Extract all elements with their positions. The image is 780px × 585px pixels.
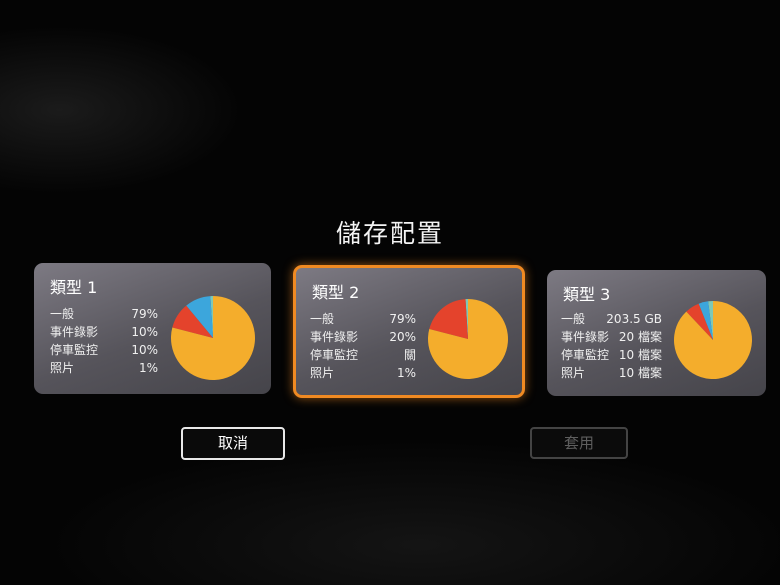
allocation-value: 1% (138, 361, 158, 375)
dialog-title: 儲存配置 (335, 219, 444, 248)
allocation-row-general: 一般 79% (50, 305, 158, 323)
allocation-row-parking: 停車監控 10% (50, 341, 158, 359)
pie-slice-一般 (674, 301, 752, 379)
allocation-label: 照片 (310, 366, 335, 380)
allocation-value: 10 檔案 (618, 366, 662, 380)
allocation-value: 79% (131, 307, 158, 321)
allocation-label: 事件錄影 (561, 330, 610, 344)
allocation-row-parking: 停車監控 10 檔案 (561, 346, 662, 364)
storage-pie-chart (428, 299, 508, 379)
allocation-value: 10% (131, 343, 158, 357)
allocation-label: 停車監控 (561, 348, 610, 362)
allocation-row-photo: 照片 1% (50, 359, 158, 377)
allocation-label: 停車監控 (50, 343, 99, 357)
allocation-row-event: 事件錄影 20 檔案 (561, 328, 662, 346)
storage-pie-chart (171, 296, 255, 380)
profile-name: 類型 3 (563, 285, 611, 304)
allocation-value: 20% (389, 330, 416, 344)
allocation-value: 關 (403, 348, 416, 362)
profile-allocation-list: 一般 203.5 GB 事件錄影 20 檔案 停車監控 10 檔案 照片 10 檔案 (561, 310, 662, 382)
allocation-row-event: 事件錄影 10% (50, 323, 158, 341)
allocation-row-parking: 停車監控 關 (310, 346, 416, 364)
allocation-label: 一般 (50, 307, 75, 321)
allocation-row-general: 一般 203.5 GB (561, 310, 662, 328)
allocation-label: 停車監控 (310, 348, 359, 362)
allocation-row-event: 事件錄影 20% (310, 328, 416, 346)
allocation-value: 10 檔案 (618, 348, 662, 362)
storage-pie-chart (674, 301, 752, 379)
allocation-label: 事件錄影 (50, 325, 99, 339)
allocation-value: 1% (396, 366, 416, 380)
storage-profile-card-2[interactable]: 類型 2 一般 79% 事件錄影 20% 停車監控 關 照片 1% (293, 265, 525, 398)
allocation-label: 一般 (310, 312, 335, 326)
allocation-value: 79% (389, 312, 416, 326)
storage-profile-card-3[interactable]: 類型 3 一般 203.5 GB 事件錄影 20 檔案 停車監控 10 檔案 照片 10… (547, 270, 766, 396)
profile-name: 類型 1 (50, 278, 98, 297)
allocation-value: 10% (131, 325, 158, 339)
allocation-value: 20 檔案 (618, 330, 662, 344)
profile-allocation-list: 一般 79% 事件錄影 10% 停車監控 10% 照片 1% (50, 305, 158, 377)
storage-profile-card-1[interactable]: 類型 1 一般 79% 事件錄影 10% 停車監控 10% 照片 1% (34, 263, 271, 394)
allocation-row-general: 一般 79% (310, 310, 416, 328)
profile-name: 類型 2 (312, 283, 360, 302)
allocation-label: 事件錄影 (310, 330, 359, 344)
allocation-value: 203.5 GB (606, 312, 662, 326)
allocation-label: 照片 (50, 361, 75, 375)
allocation-label: 一般 (561, 312, 586, 326)
allocation-row-photo: 照片 10 檔案 (561, 364, 662, 382)
allocation-label: 照片 (561, 366, 586, 380)
cancel-button[interactable]: 取消 (181, 427, 285, 460)
apply-button[interactable]: 套用 (530, 427, 628, 459)
allocation-row-photo: 照片 1% (310, 364, 416, 382)
profile-allocation-list: 一般 79% 事件錄影 20% 停車監控 關 照片 1% (310, 310, 416, 382)
